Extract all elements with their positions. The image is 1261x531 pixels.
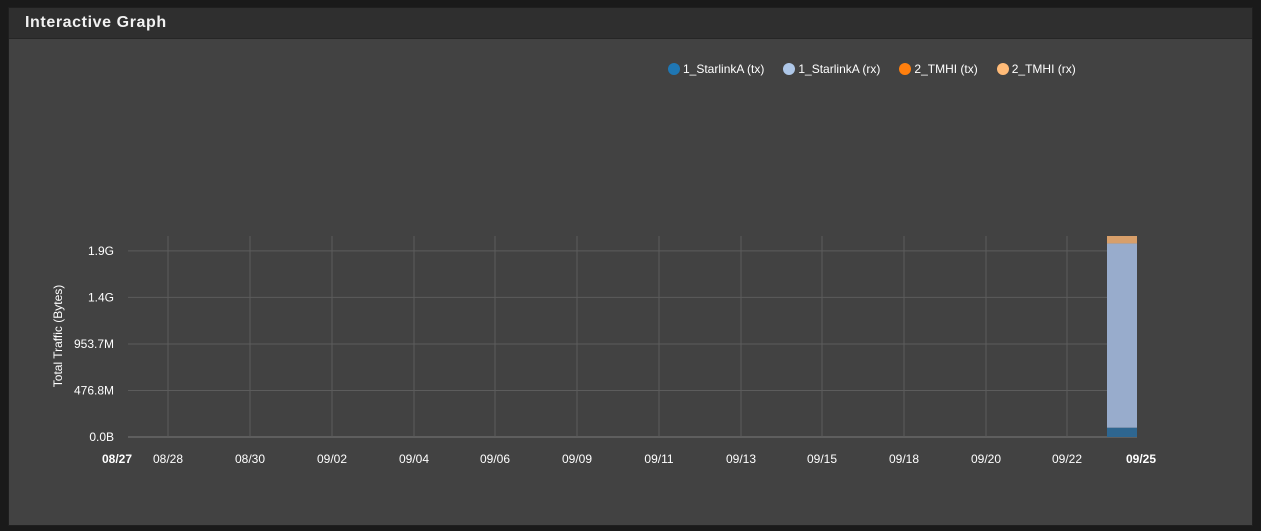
x-tick-label: 09/25: [1126, 452, 1156, 466]
bar-segment-1: [1107, 243, 1137, 428]
y-tick-label: 1.4G: [88, 290, 114, 304]
x-tick-label: 09/02: [317, 452, 347, 466]
bar-segment-3: [1107, 236, 1137, 244]
x-tick-label: 08/30: [235, 452, 265, 466]
x-tick-label: 09/20: [971, 452, 1001, 466]
bar-segment-0: [1107, 427, 1137, 437]
x-tick-label: 08/27: [102, 452, 132, 466]
x-tick-label: 09/09: [562, 452, 592, 466]
y-tick-label: 953.7M: [74, 337, 114, 351]
x-tick-label: 09/15: [807, 452, 837, 466]
grid-layer: [128, 236, 1137, 438]
bar-layer: [1107, 236, 1137, 437]
x-tick-label: 09/22: [1052, 452, 1082, 466]
traffic-chart: 0.0B 476.8M 953.7M 1.4G 1.9G 08/27 08/28 08/30…: [51, 236, 1156, 466]
y-axis: 0.0B 476.8M 953.7M 1.4G 1.9G: [74, 244, 114, 444]
x-tick-label: 08/28: [153, 452, 183, 466]
x-tick-label: 09/04: [399, 452, 429, 466]
x-tick-label: 09/06: [480, 452, 510, 466]
x-tick-label: 09/13: [726, 452, 756, 466]
y-tick-label: 476.8M: [74, 383, 114, 397]
y-tick-label: 0.0B: [89, 430, 114, 444]
x-tick-label: 09/18: [889, 452, 919, 466]
y-axis-label: Total Traffic (Bytes): [51, 285, 65, 387]
x-tick-label: 09/11: [644, 452, 673, 466]
x-axis: 08/27 08/28 08/30 09/02 09/04 09/06 09/09 09/11…: [102, 452, 1156, 466]
y-tick-label: 1.9G: [88, 244, 114, 258]
